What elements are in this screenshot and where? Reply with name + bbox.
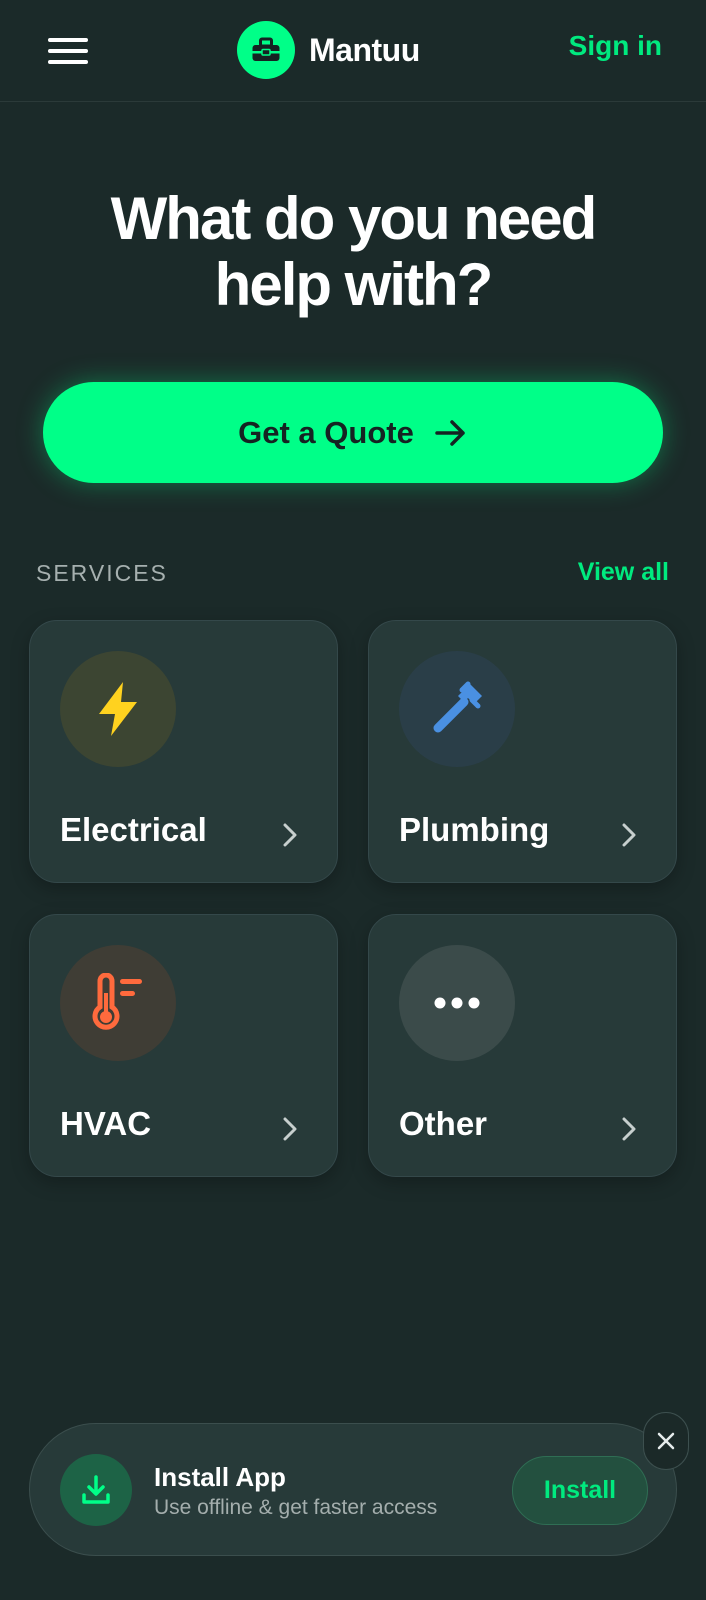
install-subtitle: Use offline & get faster access xyxy=(154,1496,438,1519)
service-card-other[interactable]: Other xyxy=(368,914,677,1177)
chevron-right-icon xyxy=(622,823,636,852)
lightning-bolt-icon xyxy=(60,651,176,767)
service-label: Other xyxy=(399,1105,488,1142)
pipe-wrench-icon xyxy=(399,651,515,767)
chevron-right-icon xyxy=(283,1117,297,1146)
brand[interactable]: Mantuu xyxy=(237,21,420,79)
install-app-banner: Install App Use offline & get faster acc… xyxy=(29,1423,677,1556)
close-icon[interactable] xyxy=(643,1412,689,1470)
hamburger-menu-icon[interactable] xyxy=(48,36,88,66)
service-card-electrical[interactable]: Electrical xyxy=(29,620,338,883)
services-section-label: SERVICES xyxy=(36,560,168,586)
top-bar: Mantuu Sign in xyxy=(0,0,706,102)
view-all-link[interactable]: View all xyxy=(578,558,669,587)
service-label: Electrical xyxy=(60,811,207,848)
service-card-plumbing[interactable]: Plumbing xyxy=(368,620,677,883)
chevron-right-icon xyxy=(283,823,297,852)
thermometer-icon xyxy=(60,945,176,1061)
service-card-hvac[interactable]: HVAC xyxy=(29,914,338,1177)
download-icon xyxy=(60,1454,132,1526)
page-title: What do you need help with? xyxy=(110,185,598,318)
more-dots-icon xyxy=(399,945,515,1061)
install-title: Install App xyxy=(154,1462,286,1492)
get-a-quote-label: Get a Quote xyxy=(238,414,414,450)
get-a-quote-button[interactable]: Get a Quote xyxy=(43,382,663,483)
service-label: Plumbing xyxy=(399,811,550,848)
service-label: HVAC xyxy=(60,1105,152,1142)
install-button[interactable]: Install xyxy=(512,1456,648,1525)
chevron-right-icon xyxy=(622,1117,636,1146)
toolbox-logo-icon xyxy=(237,21,295,79)
arrow-right-icon xyxy=(434,418,468,448)
brand-name: Mantuu xyxy=(309,31,420,68)
sign-in-link[interactable]: Sign in xyxy=(569,30,662,62)
